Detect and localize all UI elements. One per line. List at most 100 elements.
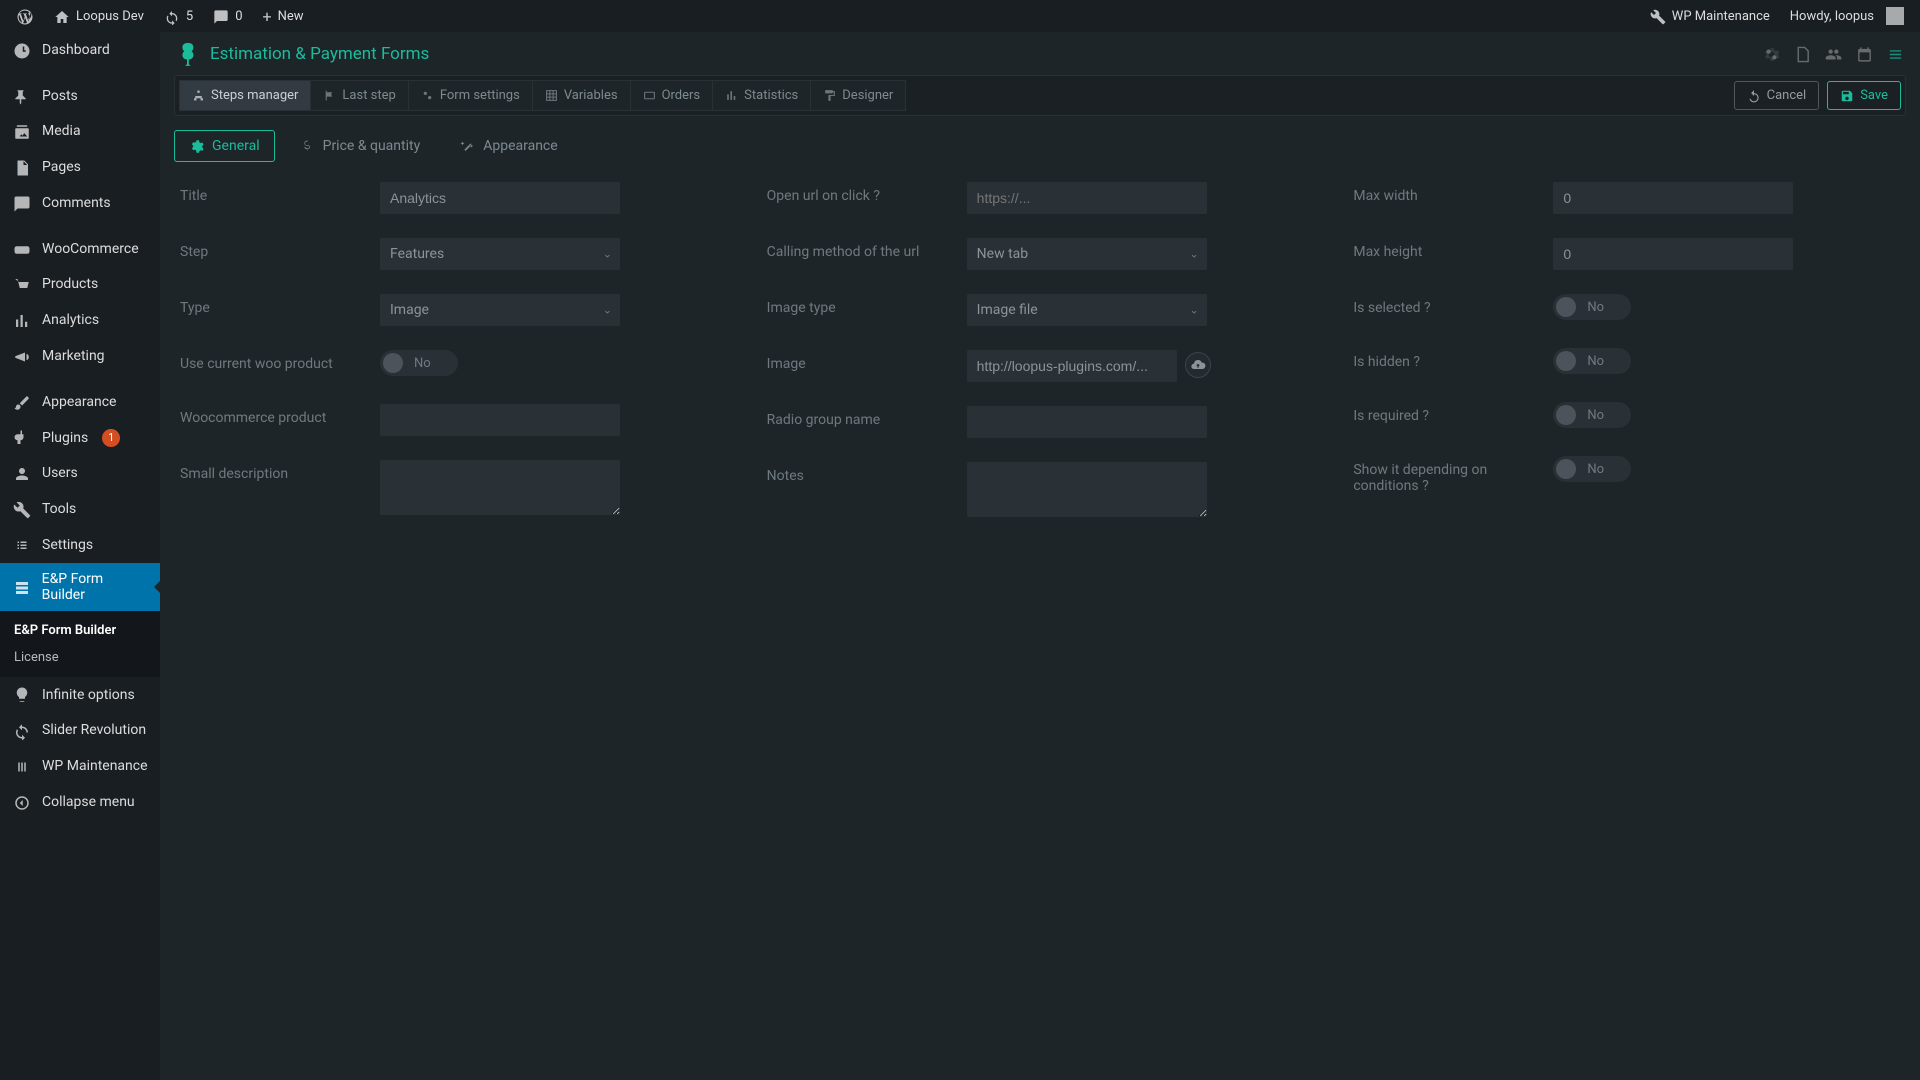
paint-icon: [823, 88, 836, 103]
new-content[interactable]: + New: [255, 0, 312, 32]
sidebar-item-infinite-options[interactable]: Infinite options: [0, 677, 160, 713]
toolbar: Steps manager Last step Form settings Va…: [174, 75, 1906, 116]
sidebar-item-dashboard[interactable]: Dashboard: [0, 32, 160, 68]
step-label: Step: [180, 238, 380, 260]
type-label: Type: [180, 294, 380, 316]
max-height-input[interactable]: [1553, 238, 1793, 270]
tab-statistics[interactable]: Statistics: [712, 80, 811, 111]
gears-icon: [421, 88, 434, 103]
save-label: Save: [1860, 88, 1888, 103]
settings-action-icon[interactable]: [1763, 44, 1780, 64]
tab-last-step[interactable]: Last step: [310, 80, 408, 111]
wp-logo[interactable]: [8, 0, 42, 32]
sidebar-item-appearance[interactable]: Appearance: [0, 384, 160, 420]
type-select[interactable]: Image: [380, 294, 620, 326]
use-woo-label: Use current woo product: [180, 350, 380, 372]
sidebar-item-analytics[interactable]: Analytics: [0, 302, 160, 338]
tab-variables[interactable]: Variables: [532, 80, 631, 111]
is-selected-toggle[interactable]: No: [1553, 294, 1631, 320]
sidebar-item-comments[interactable]: Comments: [0, 185, 160, 221]
tab-label: Orders: [662, 88, 701, 103]
new-label: New: [278, 9, 304, 24]
users-action-icon[interactable]: [1825, 44, 1842, 64]
comment-icon: [12, 193, 32, 213]
save-button[interactable]: Save: [1827, 81, 1901, 110]
tab-form-settings[interactable]: Form settings: [408, 80, 533, 111]
small-desc-label: Small description: [180, 460, 380, 482]
radio-group-label: Radio group name: [767, 406, 967, 428]
sidebar-label: Infinite options: [42, 687, 135, 703]
show-cond-toggle[interactable]: No: [1553, 456, 1631, 482]
dollar-icon: [300, 138, 315, 154]
my-account[interactable]: Howdy, loopus: [1782, 0, 1912, 32]
sidebar-item-media[interactable]: Media: [0, 114, 160, 150]
calendar-action-icon[interactable]: [1856, 44, 1873, 64]
image-input[interactable]: [967, 350, 1177, 382]
radio-group-input[interactable]: [967, 406, 1207, 438]
sidebar-item-posts[interactable]: Posts: [0, 78, 160, 114]
document-action-icon[interactable]: [1794, 44, 1811, 64]
sidebar-item-plugins[interactable]: Plugins 1: [0, 420, 160, 456]
tab-steps-manager[interactable]: Steps manager: [179, 80, 311, 111]
open-url-input[interactable]: [967, 182, 1207, 214]
woo-product-input[interactable]: [380, 404, 620, 436]
cancel-button[interactable]: Cancel: [1734, 81, 1820, 110]
sitemap-icon: [192, 88, 205, 103]
small-desc-textarea[interactable]: [380, 460, 620, 515]
toggle-value: No: [1587, 462, 1604, 477]
comments[interactable]: 0: [205, 0, 250, 32]
sidebar-item-woocommerce[interactable]: WooCommerce: [0, 231, 160, 267]
is-hidden-toggle[interactable]: No: [1553, 348, 1631, 374]
notes-label: Notes: [767, 462, 967, 484]
inner-tab-price[interactable]: Price & quantity: [285, 130, 436, 162]
sidebar-item-marketing[interactable]: Marketing: [0, 338, 160, 374]
wrench-icon: [1650, 7, 1666, 26]
sidebar-item-slider-revolution[interactable]: Slider Revolution: [0, 712, 160, 748]
dashboard-icon: [12, 40, 32, 60]
updates[interactable]: 5: [156, 0, 201, 32]
sidebar-subitem-license[interactable]: License: [0, 644, 160, 671]
sidebar-label: Media: [42, 123, 81, 139]
calling-select[interactable]: New tab: [967, 238, 1207, 270]
sidebar-item-ep-form-builder[interactable]: E&P Form Builder: [0, 563, 160, 611]
update-icon: [164, 7, 180, 26]
tab-label: Designer: [842, 88, 893, 103]
inner-tab-label: Appearance: [483, 138, 557, 154]
max-width-input[interactable]: [1553, 182, 1793, 214]
sidebar-item-products[interactable]: Products: [0, 267, 160, 303]
site-name[interactable]: Loopus Dev: [46, 0, 152, 32]
sidebar-label: Slider Revolution: [42, 722, 146, 738]
image-type-select[interactable]: Image file: [967, 294, 1207, 326]
title-input[interactable]: [380, 182, 620, 214]
flag-icon: [323, 88, 336, 103]
analytics-icon: [12, 310, 32, 330]
sidebar-item-users[interactable]: Users: [0, 455, 160, 491]
sidebar-subitem-builder[interactable]: E&P Form Builder: [0, 617, 160, 644]
tab-designer[interactable]: Designer: [810, 80, 906, 111]
inner-tabs: General Price & quantity Appearance: [174, 116, 1906, 172]
step-select[interactable]: Features: [380, 238, 620, 270]
wp-maintenance-link[interactable]: WP Maintenance: [1642, 0, 1778, 32]
max-width-label: Max width: [1353, 182, 1553, 204]
sidebar-label: Collapse menu: [42, 794, 135, 810]
upload-button[interactable]: [1185, 352, 1211, 378]
list-action-icon[interactable]: [1887, 44, 1904, 64]
inner-tab-general[interactable]: General: [174, 130, 275, 162]
form-column-3: Max width Max height Is selected ? No Is…: [1353, 182, 1900, 545]
tab-orders[interactable]: Orders: [630, 80, 714, 111]
settings-icon: [12, 535, 32, 555]
site-name-label: Loopus Dev: [76, 9, 144, 24]
is-required-toggle[interactable]: No: [1553, 402, 1631, 428]
inner-tab-appearance[interactable]: Appearance: [445, 130, 572, 162]
sidebar-item-pages[interactable]: Pages: [0, 149, 160, 185]
collapse-icon: [12, 792, 32, 812]
marketing-icon: [12, 346, 32, 366]
sidebar-item-collapse[interactable]: Collapse menu: [0, 784, 160, 820]
admin-sidebar: Dashboard Posts Media Pages Comments Woo…: [0, 32, 160, 1080]
sidebar-item-wp-maintenance[interactable]: WP Maintenance: [0, 748, 160, 784]
notes-textarea[interactable]: [967, 462, 1207, 517]
sidebar-item-settings[interactable]: Settings: [0, 527, 160, 563]
sidebar-item-tools[interactable]: Tools: [0, 491, 160, 527]
use-woo-toggle[interactable]: No: [380, 350, 458, 376]
magic-icon: [460, 138, 475, 154]
